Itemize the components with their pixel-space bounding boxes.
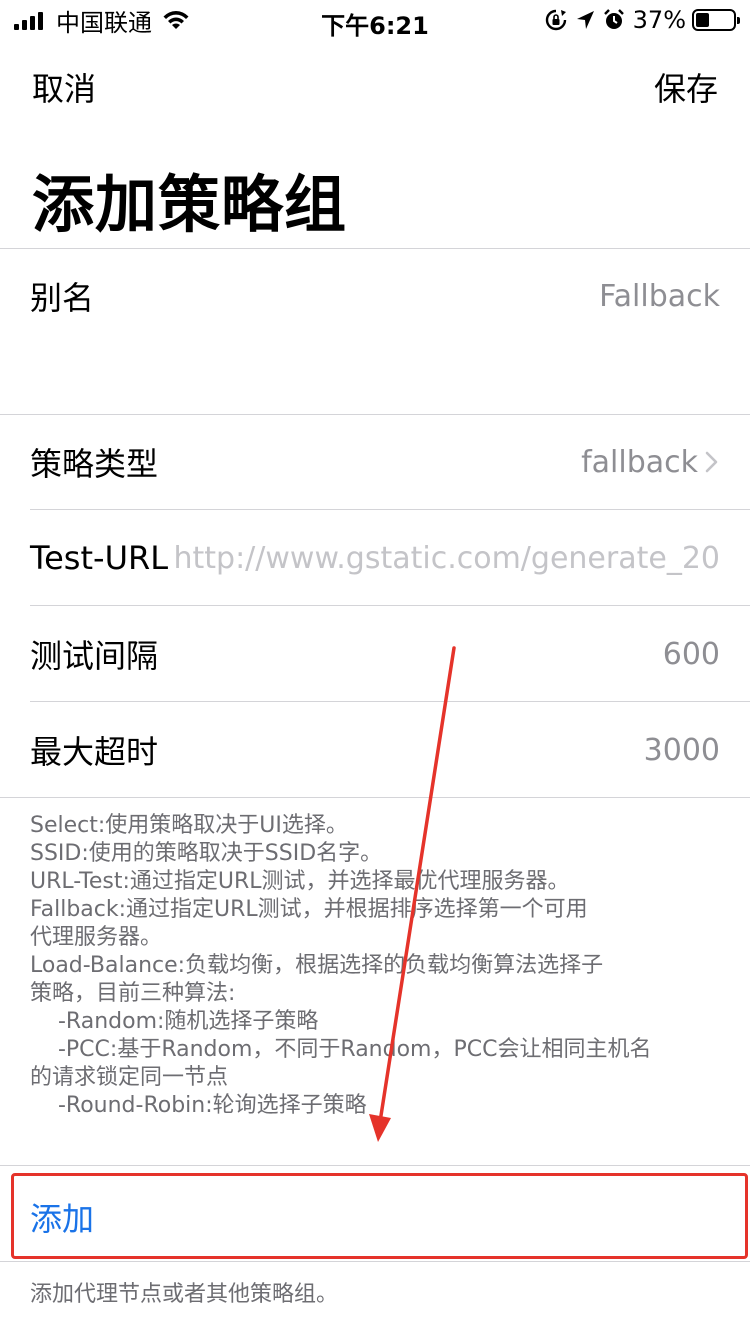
test-interval-label: 测试间隔 (30, 637, 159, 675)
policy-type-value-wrap: fallback (581, 445, 720, 480)
description-line: 策略，目前三种算法: (30, 981, 236, 1006)
test-url-label: Test-URL (30, 539, 169, 577)
test-interval-placeholder: 600 (662, 636, 720, 672)
policy-type-label: 策略类型 (30, 445, 159, 483)
max-timeout-field[interactable]: 最大超时 3000 (0, 703, 750, 797)
description-line: Select:使用策略取决于UI选择。 (30, 813, 348, 838)
policy-type-row[interactable]: 策略类型 fallback (0, 415, 750, 509)
chevron-right-icon (705, 451, 718, 473)
location-icon (576, 11, 594, 29)
battery-percent: 37% (632, 6, 686, 34)
alias-label: 别名 (30, 279, 95, 317)
policy-description: Select:使用策略取决于UI选择。 SSID:使用的策略取决于SSID名字。… (30, 812, 730, 1120)
description-line: Load-Balance:负载均衡，根据选择的负载均衡算法选择子 (30, 953, 604, 978)
add-footer-note: 添加代理节点或者其他策略组。 (30, 1282, 339, 1307)
battery-icon (692, 9, 740, 31)
annotation-highlight-box (11, 1173, 748, 1259)
description-line: -Round-Robin:轮询选择子策略 (30, 1093, 367, 1118)
divider (0, 1261, 750, 1262)
save-button[interactable]: 保存 (654, 64, 718, 110)
description-line: -PCC:基于Random，不同于Random，PCC会让相同主机名 (30, 1037, 652, 1062)
alias-placeholder: Fallback (599, 278, 720, 314)
description-line: 代理服务器。 (30, 925, 163, 950)
alias-field[interactable]: 别名 Fallback (0, 249, 750, 343)
divider (30, 605, 750, 606)
cancel-button[interactable]: 取消 (32, 64, 96, 110)
alarm-icon (603, 9, 624, 29)
page-title: 添加策略组 (32, 168, 348, 241)
rotation-lock-icon (545, 9, 566, 31)
description-line: -Random:随机选择子策略 (30, 1009, 319, 1034)
description-line: Fallback:通过指定URL测试，并根据排序选择第一个可用 (30, 897, 588, 922)
divider (0, 797, 750, 798)
max-timeout-placeholder: 3000 (643, 732, 720, 768)
policy-type-value: fallback (581, 444, 698, 480)
description-line: SSID:使用的策略取决于SSID名字。 (30, 841, 383, 866)
description-line: 的请求锁定同一节点 (30, 1065, 229, 1090)
test-url-placeholder: http://www.gstatic.com/generate_20 (173, 540, 720, 576)
description-line: URL-Test:通过指定URL测试，并选择最优代理服务器。 (30, 869, 570, 894)
divider (30, 701, 750, 702)
max-timeout-label: 最大超时 (30, 733, 159, 771)
status-bar-right: 37% (545, 6, 740, 34)
add-policy-group-screen: 中国联通 下午6:21 37% 取消 保存 添加策略组 别名 Fallback … (0, 0, 750, 1334)
battery-fill (696, 13, 709, 27)
divider (30, 509, 750, 510)
test-url-field[interactable]: Test-URL http://www.gstatic.com/generate… (0, 511, 750, 605)
section-gap (0, 343, 750, 415)
test-interval-field[interactable]: 测试间隔 600 (0, 607, 750, 701)
status-bar: 中国联通 下午6:21 37% (0, 0, 750, 40)
